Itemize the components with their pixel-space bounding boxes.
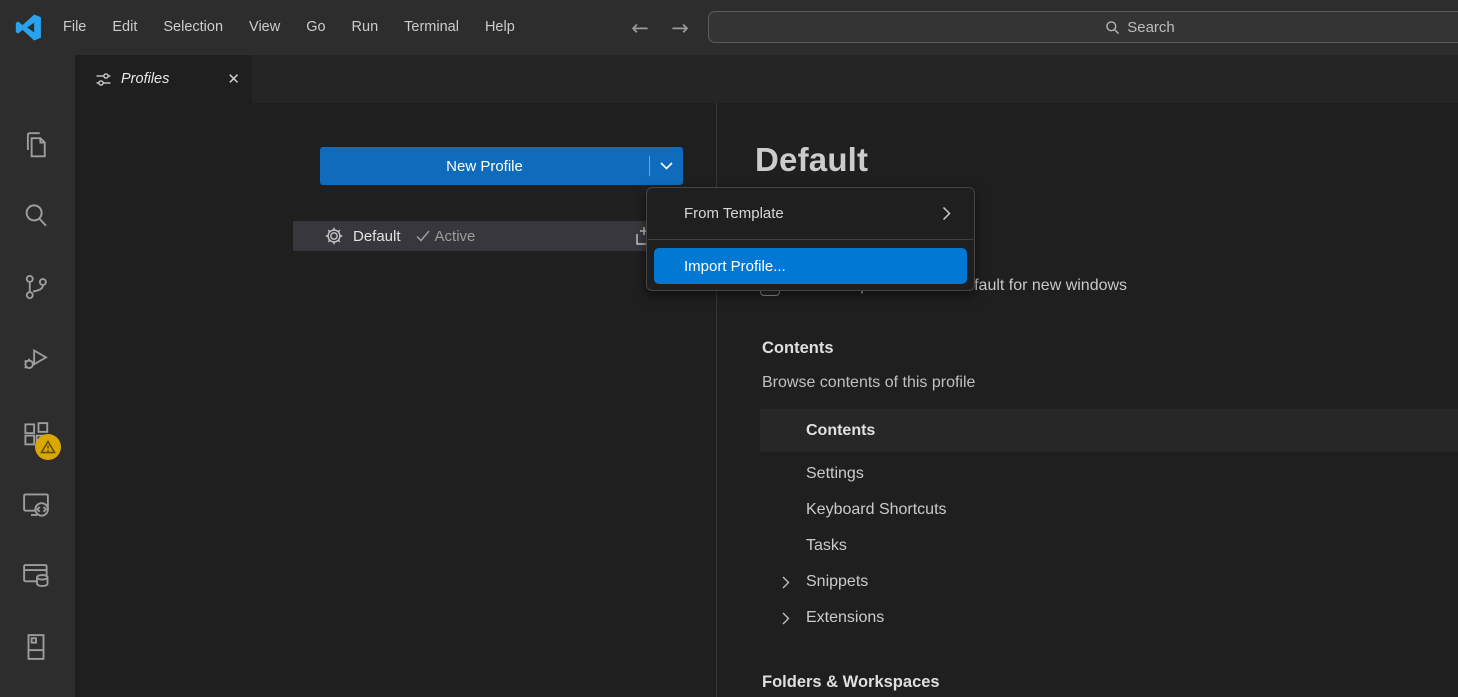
- command-center-search[interactable]: Search: [708, 11, 1458, 43]
- menu-file[interactable]: File: [50, 0, 99, 55]
- extensions-warning-badge: [35, 434, 61, 460]
- remote-explorer-icon[interactable]: [21, 490, 51, 520]
- source-control-icon[interactable]: [21, 272, 51, 302]
- chevron-right-icon[interactable]: [782, 576, 790, 589]
- history-navigation: ← →: [620, 0, 700, 55]
- new-profile-dropdown-menu: From Template Import Profile...: [646, 187, 975, 291]
- menu-selection[interactable]: Selection: [150, 0, 236, 55]
- submenu-chevron-right-icon: [942, 206, 951, 221]
- search-icon: [1105, 20, 1120, 35]
- containers-icon[interactable]: [21, 560, 51, 590]
- explorer-files-icon[interactable]: [21, 130, 51, 160]
- profile-active-badge: Active: [435, 228, 476, 245]
- menu-item-label: Import Profile...: [684, 258, 786, 275]
- folders-workspaces-heading: Folders & Workspaces: [762, 673, 940, 692]
- row-label: Snippets: [806, 573, 868, 590]
- new-profile-dropdown-button[interactable]: [650, 147, 683, 185]
- contents-row-snippets[interactable]: Snippets: [760, 564, 1458, 600]
- profile-detail-title: Default: [755, 141, 868, 179]
- menu-view[interactable]: View: [236, 0, 293, 55]
- contents-section-heading: Contents: [762, 339, 834, 358]
- tab-profiles[interactable]: Profiles ✕: [75, 55, 252, 103]
- menu-separator: [648, 239, 973, 240]
- gear-icon: [325, 227, 343, 245]
- tab-bar: Profiles ✕: [75, 55, 1458, 103]
- vscode-logo-icon: [15, 14, 42, 41]
- back-arrow-icon[interactable]: ←: [620, 16, 660, 40]
- new-profile-button-label[interactable]: New Profile: [320, 147, 649, 185]
- profile-list-item-default[interactable]: Default Active: [293, 221, 683, 251]
- menu-item-from-template[interactable]: From Template: [654, 195, 967, 231]
- settings-sliders-icon: [95, 71, 112, 88]
- chevron-down-icon: [660, 162, 673, 170]
- menu-item-label: From Template: [684, 205, 784, 222]
- menu-go[interactable]: Go: [293, 0, 338, 55]
- search-sidebar-icon[interactable]: [21, 201, 51, 231]
- check-icon: [416, 230, 430, 242]
- new-profile-button[interactable]: New Profile: [320, 147, 683, 185]
- menu-help[interactable]: Help: [472, 0, 528, 55]
- contents-section-description: Browse contents of this profile: [762, 374, 975, 392]
- search-placeholder: Search: [1127, 19, 1175, 36]
- contents-row-tasks[interactable]: Tasks: [760, 528, 1458, 564]
- menu-edit[interactable]: Edit: [99, 0, 150, 55]
- activity-bar: [0, 55, 75, 697]
- row-label: Extensions: [806, 609, 884, 626]
- profiles-editor: New Profile: [75, 103, 1458, 697]
- titlebar: File Edit Selection View Go Run Terminal…: [0, 0, 1458, 55]
- contents-row-settings[interactable]: Settings: [760, 456, 1458, 492]
- run-and-debug-icon[interactable]: [21, 343, 51, 373]
- contents-row-extensions[interactable]: Extensions: [760, 600, 1458, 636]
- notebook-icon[interactable]: [21, 632, 51, 662]
- contents-table-header: Contents: [760, 409, 1458, 452]
- contents-row-keyboard-shortcuts[interactable]: Keyboard Shortcuts: [760, 492, 1458, 528]
- chevron-right-icon[interactable]: [782, 612, 790, 625]
- tab-title: Profiles: [121, 71, 169, 87]
- profile-name: Default: [353, 228, 401, 245]
- tab-close-icon[interactable]: ✕: [227, 72, 240, 87]
- menu-terminal[interactable]: Terminal: [391, 0, 472, 55]
- forward-arrow-icon[interactable]: →: [660, 16, 700, 40]
- menu-item-import-profile[interactable]: Import Profile...: [654, 248, 967, 284]
- menu-run[interactable]: Run: [339, 0, 392, 55]
- menubar: File Edit Selection View Go Run Terminal…: [50, 0, 528, 55]
